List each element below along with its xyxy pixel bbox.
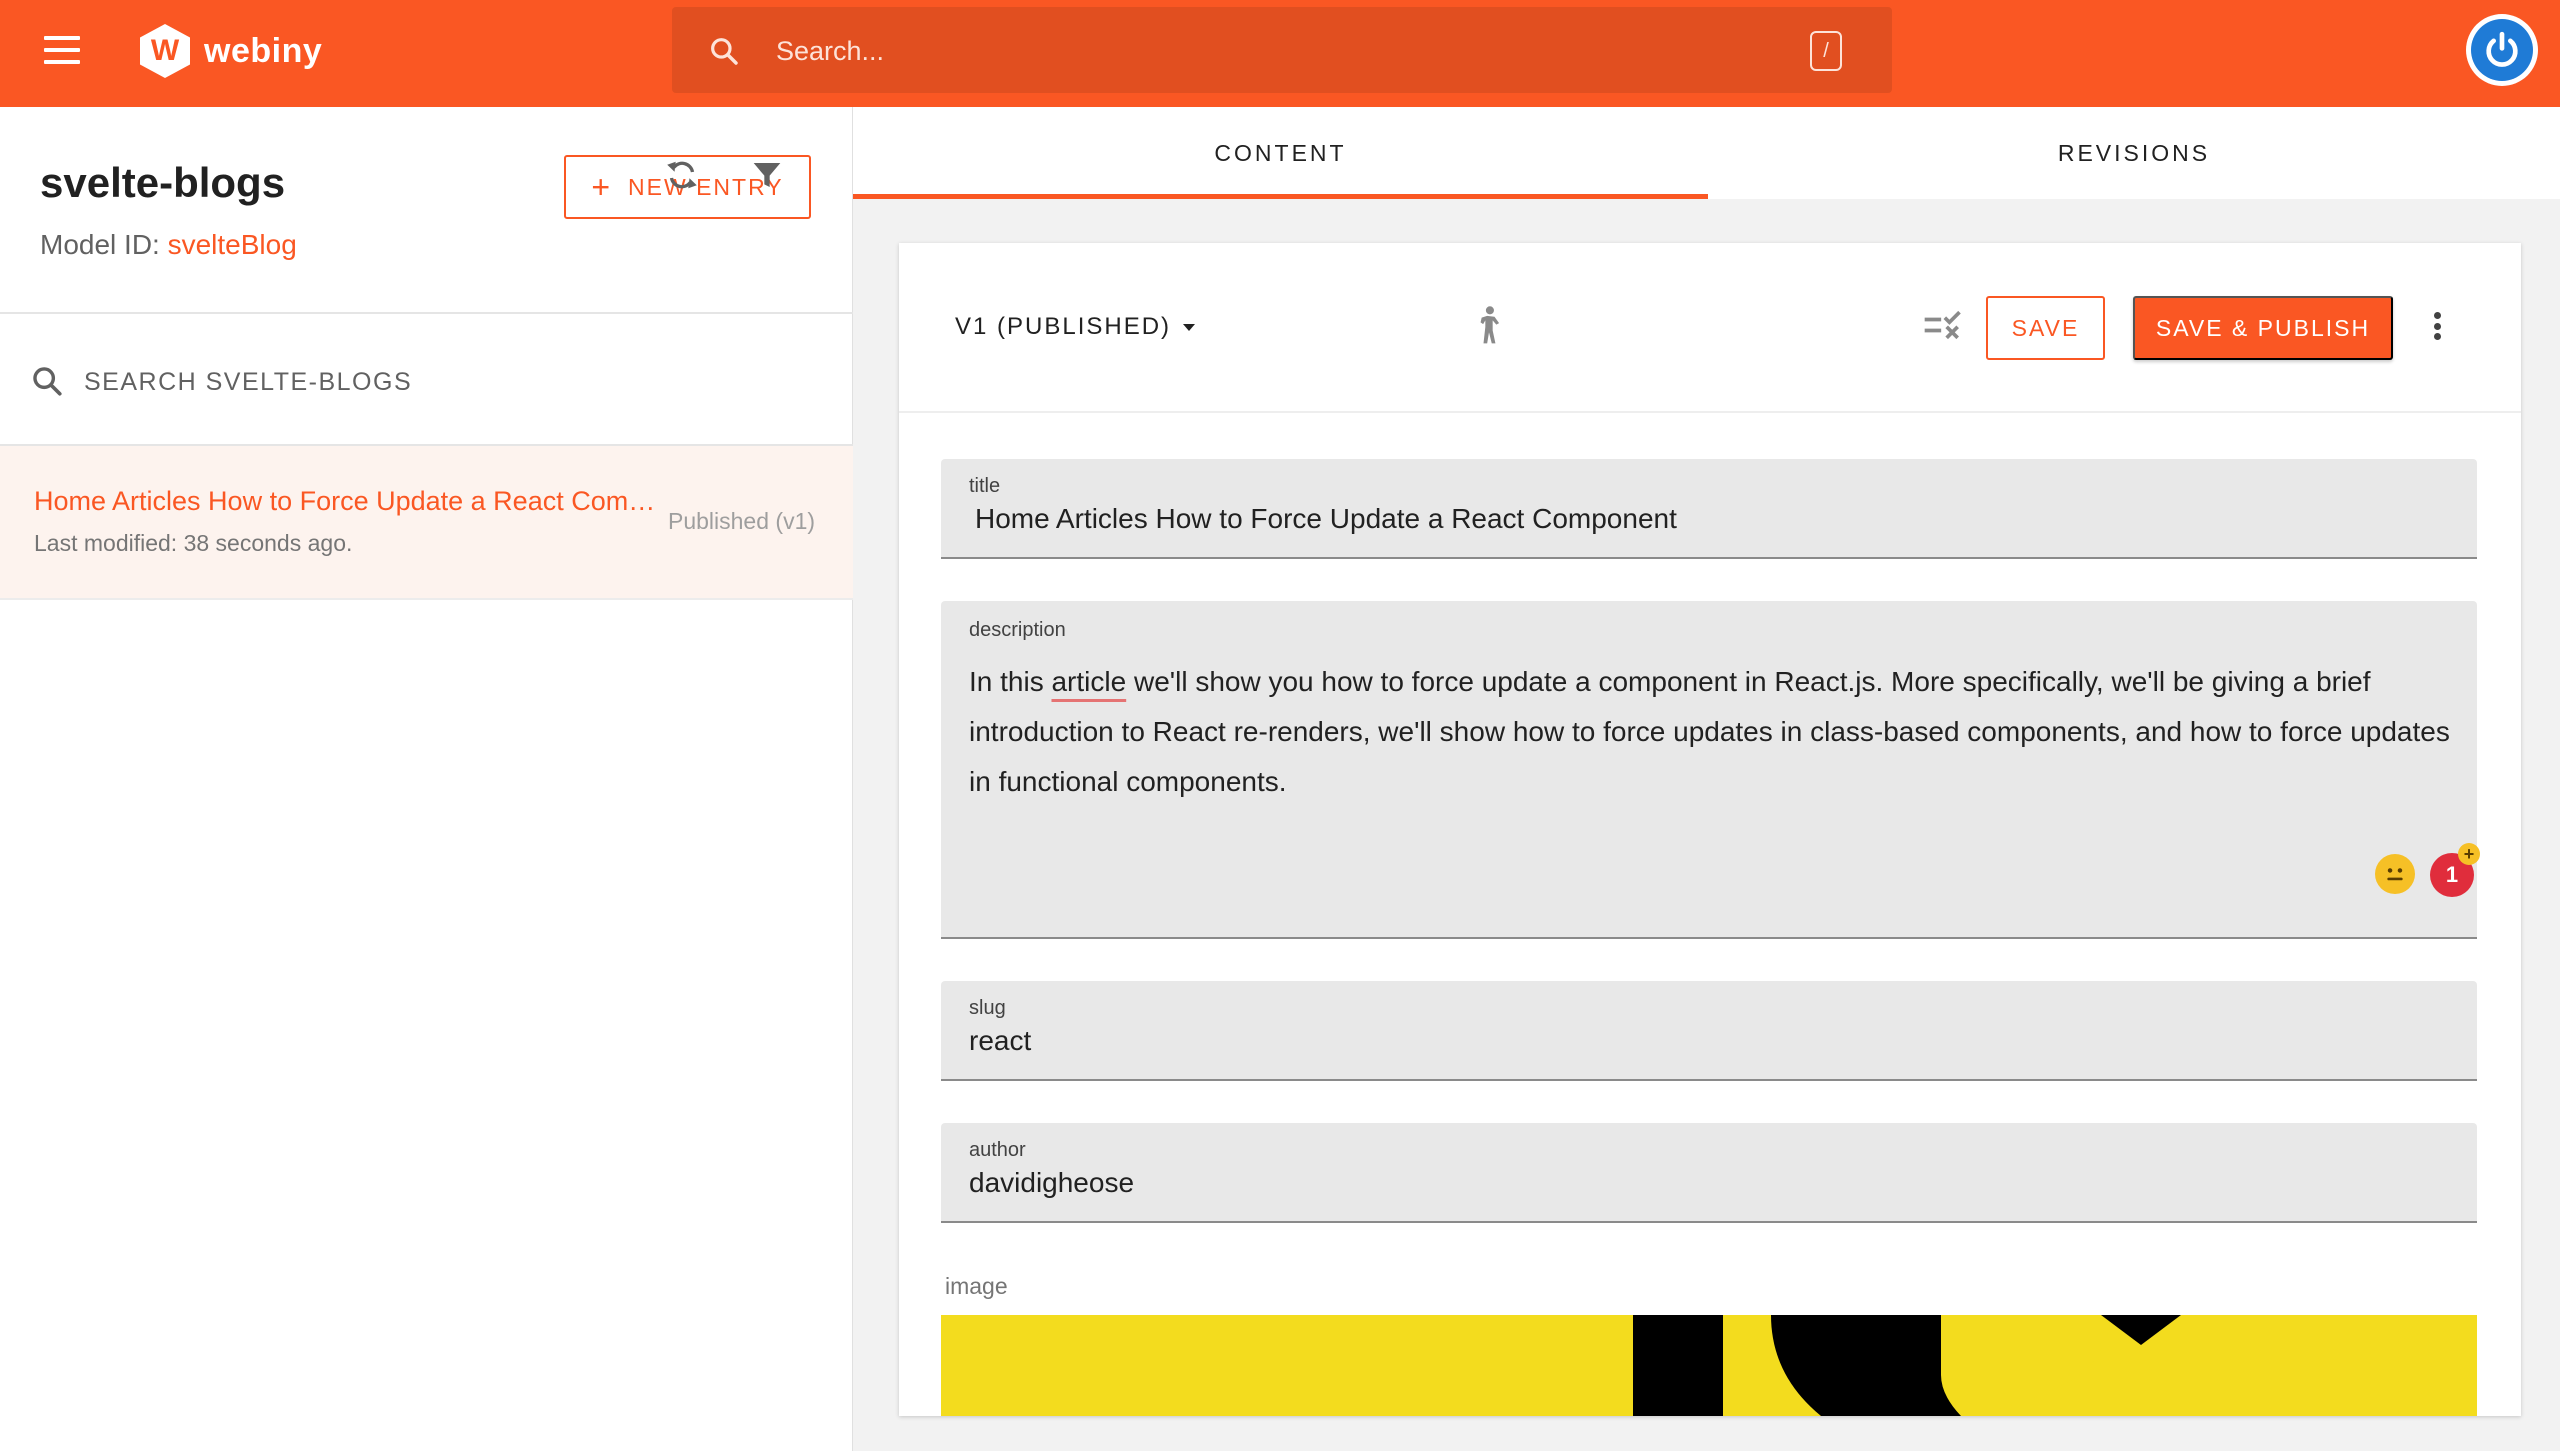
revision-selector[interactable]: V1 (PUBLISHED)	[955, 313, 1196, 341]
menu-icon[interactable]	[44, 36, 80, 64]
author-label: author	[969, 1139, 1026, 1161]
global-search-input[interactable]: Search... /	[672, 7, 1892, 93]
model-title: svelte-blogs	[40, 159, 286, 206]
title-value: Home Articles How to Force Update a Reac…	[975, 503, 1677, 534]
search-icon	[711, 38, 738, 65]
tab-content[interactable]: CONTENT	[853, 107, 1708, 199]
logo[interactable]: W webiny	[140, 22, 322, 80]
entries-search-input[interactable]: SEARCH SVELTE-BLOGS	[0, 314, 853, 444]
search-placeholder: Search...	[776, 36, 885, 66]
form-toolbar: V1 (PUBLISHED) SAVE SAVE & PUBLISH	[899, 243, 2521, 413]
tab-revisions[interactable]: REVISIONS	[1708, 107, 2560, 199]
save-and-publish-button[interactable]: SAVE & PUBLISH	[2133, 296, 2393, 360]
power-icon	[2471, 19, 2533, 81]
image-thumbnail	[941, 1315, 2477, 1416]
entries-search-placeholder: SEARCH SVELTE-BLOGS	[84, 368, 413, 396]
editor-tabs: CONTENT REVISIONS	[853, 107, 2560, 199]
logo-mark: W	[140, 24, 190, 78]
title-label: title	[969, 475, 1001, 497]
description-label: description	[969, 619, 1066, 641]
entry-title: Home Articles How to Force Update a Reac…	[34, 486, 664, 516]
spellcheck-marked-word: article	[1051, 666, 1127, 697]
checklist-icon[interactable]	[1921, 303, 1965, 347]
plus-icon: +	[591, 169, 613, 205]
entry-status: Published (v1)	[668, 508, 816, 534]
active-tab-indicator	[853, 194, 1708, 199]
model-id-label: Model ID:	[40, 229, 160, 260]
slug-value: react	[969, 1025, 1032, 1056]
grammar-plus-icon: +	[2458, 843, 2480, 865]
slug-label: slug	[969, 997, 1006, 1019]
image-preview[interactable]	[941, 1315, 2477, 1416]
search-icon	[33, 367, 62, 396]
slug-field[interactable]: slug react	[941, 981, 2477, 1081]
entries-panel: svelte-blogs Model ID: svelteBlog + NEW …	[0, 107, 853, 1451]
author-value: davidigheose	[969, 1167, 1135, 1198]
revision-label: V1 (PUBLISHED)	[955, 313, 1172, 340]
emoji-icon[interactable]	[2375, 854, 2415, 894]
top-bar: W webiny Search... /	[0, 0, 2560, 107]
user-avatar[interactable]	[2466, 14, 2538, 86]
caret-down-icon	[1183, 323, 1196, 331]
entry-list-item[interactable]: Home Articles How to Force Update a Reac…	[0, 446, 853, 600]
filter-icon[interactable]	[750, 159, 784, 191]
description-value: In this article we'll show you how to fo…	[969, 657, 2459, 807]
search-shortcut-key: /	[1810, 31, 1842, 71]
description-text-rest: we'll show you how to force update a com…	[969, 666, 2450, 797]
logo-text: webiny	[204, 31, 323, 70]
refresh-icon[interactable]	[664, 157, 700, 193]
person-icon[interactable]	[1467, 303, 1511, 347]
author-field[interactable]: author davidigheose	[941, 1123, 2477, 1223]
image-label: image	[945, 1273, 1008, 1299]
description-text-start: In this	[969, 666, 1052, 697]
more-vert-icon[interactable]	[2429, 306, 2445, 346]
title-field[interactable]: title Home Articles How to Force Update …	[941, 459, 2477, 559]
entry-modified: Last modified: 38 seconds ago.	[34, 530, 353, 556]
description-field[interactable]: description In this article we'll show y…	[941, 601, 2480, 939]
model-id: Model ID: svelteBlog	[40, 229, 297, 261]
save-button[interactable]: SAVE	[1986, 296, 2105, 360]
model-id-value: svelteBlog	[167, 229, 297, 260]
entry-form-card: V1 (PUBLISHED) SAVE SAVE & PUBLISH title…	[899, 243, 2521, 1416]
